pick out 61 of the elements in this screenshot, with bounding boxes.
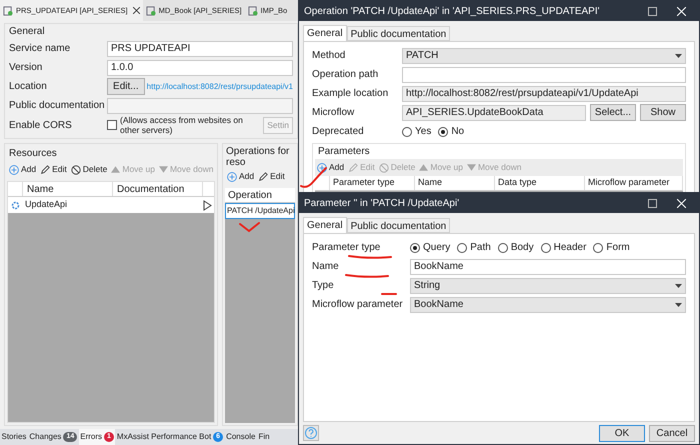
- field-label: Service name: [9, 43, 70, 54]
- field-label: Deprecated: [312, 126, 364, 137]
- group-title: Operations for reso: [225, 146, 290, 168]
- checkbox-text: (Allows access from websites on other servers): [120, 115, 244, 135]
- tab-label: MxAssist Performance Bot: [116, 431, 212, 443]
- dialog-button[interactable]: Select...: [590, 104, 636, 121]
- field-label: Microflow parameter: [312, 299, 403, 310]
- field-label: Location: [9, 81, 47, 92]
- dropdown[interactable]: String: [410, 278, 686, 294]
- field-label: Operation path: [312, 69, 378, 80]
- dialog-tab[interactable]: Public documentation: [346, 218, 450, 233]
- radio-label: Query: [423, 241, 450, 255]
- column-header[interactable]: Name: [23, 182, 113, 196]
- edit-button[interactable]: Edit...: [107, 78, 145, 95]
- table-row[interactable]: UpdateApi: [8, 197, 214, 213]
- field-label: Enable CORS: [9, 120, 72, 130]
- toolbar-button[interactable]: Add: [9, 163, 36, 176]
- tab-label: Errors: [80, 431, 102, 443]
- dialog-tab[interactable]: General: [303, 217, 347, 233]
- text-field[interactable]: PRS UPDATEAPI: [107, 40, 293, 56]
- toolbar-button[interactable]: Edit: [258, 170, 285, 183]
- dialog-title: Parameter '' in 'PATCH /UpdateApi': [304, 196, 460, 210]
- toolbar-button[interactable]: Delete: [70, 163, 108, 176]
- dialog-title: Operation 'PATCH /UpdateApi' in 'API_SERIES.PRS_UPDATEAPI': [304, 4, 601, 18]
- dialog-tab[interactable]: Public documentation: [346, 26, 450, 41]
- text-field[interactable]: 1.0.0: [107, 60, 293, 76]
- field-label: Version: [9, 62, 42, 73]
- toolbar-button[interactable]: Edit: [40, 163, 67, 176]
- column-header[interactable]: Microflow parameter: [585, 176, 683, 190]
- toolbar-button[interactable]: Add: [317, 161, 344, 174]
- group-title: General: [9, 25, 46, 39]
- input-field[interactable]: BookName: [410, 258, 686, 274]
- column-header[interactable]: Name: [415, 176, 495, 190]
- readonly-field: http://localhost:8082/rest/prsupdateapi/v1/UpdateApi: [402, 86, 686, 102]
- radio-label: No: [451, 125, 464, 139]
- dialog-button[interactable]: Show: [640, 104, 686, 121]
- dropdown[interactable]: BookName: [410, 296, 686, 312]
- toolbar-button[interactable]: Add: [227, 170, 254, 183]
- field-label: Method: [312, 50, 346, 61]
- group-title: Resources: [8, 147, 58, 161]
- dialog-tab[interactable]: General: [303, 25, 347, 41]
- field-label: Example location: [312, 88, 388, 99]
- field-label: Type: [312, 280, 334, 291]
- radio-label: Path: [470, 241, 491, 255]
- field-label: Name: [312, 261, 339, 272]
- field-label: Parameter type: [312, 242, 380, 253]
- radio-label: Body: [510, 241, 534, 255]
- column-header[interactable]: Parameter type: [330, 176, 415, 190]
- readonly-field: API_SERIES.UpdateBookData: [402, 104, 586, 120]
- field-label: Public documentation: [9, 100, 105, 111]
- dialog-button[interactable]: OK: [599, 424, 645, 442]
- radio-label: Header: [554, 241, 586, 255]
- column-header[interactable]: Documentation: [113, 182, 203, 196]
- radio-label: Yes: [415, 125, 432, 139]
- dropdown[interactable]: PATCH: [402, 48, 686, 64]
- radio-label: Form: [606, 241, 630, 255]
- group-title: Parameters: [317, 145, 371, 159]
- tab-label: Changes: [29, 431, 62, 443]
- column-header[interactable]: Data type: [495, 176, 585, 190]
- dialog-button[interactable]: Cancel: [649, 424, 695, 442]
- field-label: Microflow: [312, 107, 354, 118]
